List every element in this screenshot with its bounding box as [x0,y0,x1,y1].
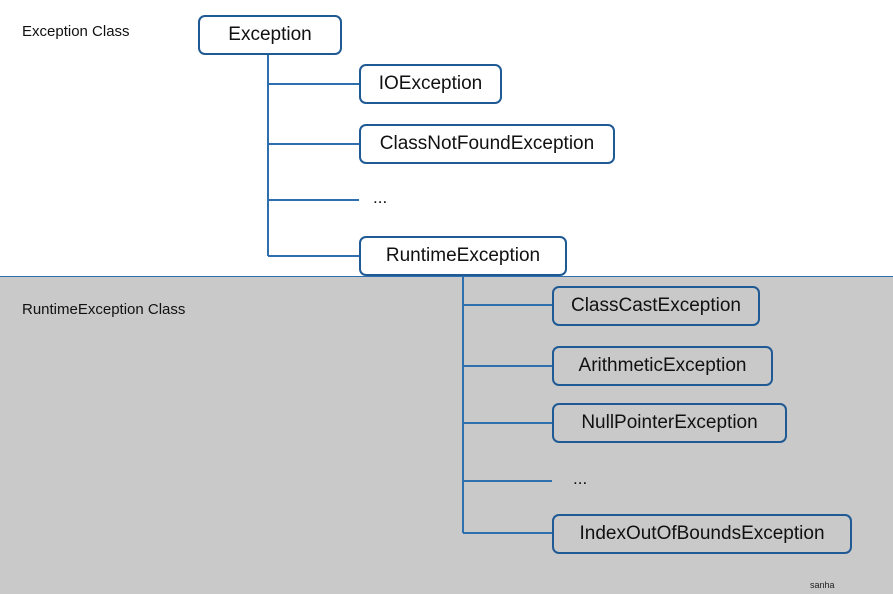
exception-class-label: Exception Class [22,23,130,40]
node-classcastexception: ClassCastException [552,286,760,326]
node-classnotfoundexception: ClassNotFoundException [359,124,615,164]
node-indexoutofboundsexception: IndexOutOfBoundsException [552,514,852,554]
node-runtimeexception: RuntimeException [359,236,567,276]
node-ellipsis: ... [373,188,388,207]
signature: sanha [810,580,835,590]
runtime-exception-class-label: RuntimeException Class [22,301,186,318]
node-arithmeticexception: ArithmeticException [552,346,773,386]
node-nullpointerexception: NullPointerException [552,403,787,443]
node-exception: Exception [198,15,342,55]
node-ellipsis: ... [573,469,588,488]
node-ioexception: IOException [359,64,502,104]
